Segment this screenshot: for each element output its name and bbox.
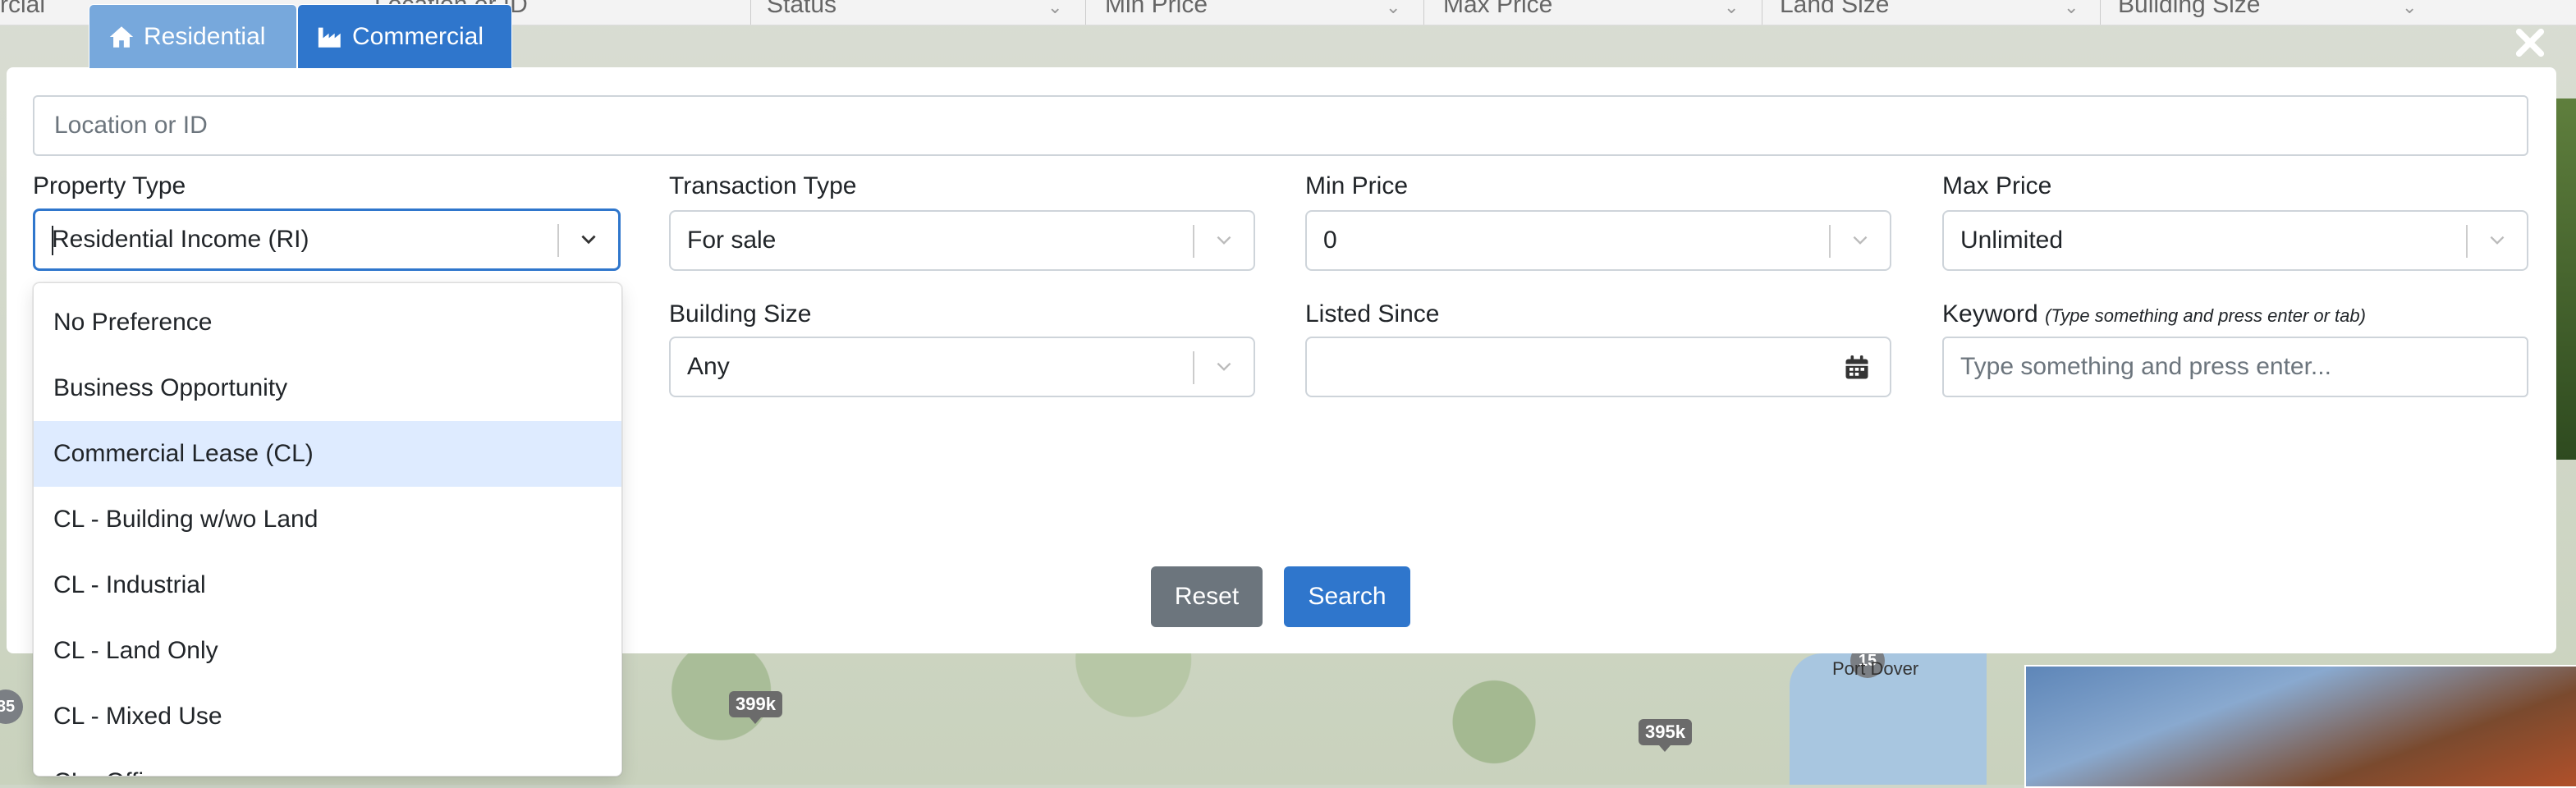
tab-commercial[interactable]: Commercial [297, 4, 512, 68]
menu-option-cl-mixed-use[interactable]: CL - Mixed Use [34, 684, 621, 749]
menu-option-cl-land-only[interactable]: CL - Land Only [34, 618, 621, 684]
listed-since-field[interactable] [1305, 337, 1891, 397]
divider [750, 0, 751, 25]
listing-photo[interactable] [2024, 665, 2576, 788]
chevron-down-icon: ⌄ [1724, 0, 1739, 17]
reset-button[interactable]: Reset [1151, 566, 1263, 627]
chevron-down-icon[interactable] [2468, 212, 2527, 269]
price-marker[interactable]: 395k [1639, 719, 1692, 752]
chevron-down-icon[interactable] [1194, 212, 1254, 269]
menu-option-cl-industrial[interactable]: CL - Industrial [34, 552, 621, 618]
listed-since-label: Listed Since [1305, 300, 1440, 328]
max-price-label: Max Price [1942, 172, 2052, 199]
industry-icon [318, 27, 341, 48]
transaction-type-value: For sale [687, 227, 777, 254]
menu-option-cl-building[interactable]: CL - Building w/wo Land [34, 487, 621, 552]
filter-land-size[interactable]: Land Size [1780, 0, 1889, 21]
close-button[interactable] [2512, 25, 2548, 61]
tab-residential[interactable]: Residential [89, 4, 297, 68]
menu-option-business-opportunity[interactable]: Business Opportunity [34, 355, 621, 421]
divider [2100, 0, 2101, 25]
menu-option-commercial-lease[interactable]: Commercial Lease (CL) [34, 421, 621, 487]
chevron-down-icon[interactable] [559, 211, 618, 268]
filter-min-price[interactable]: Min Price [1105, 0, 1208, 21]
property-type-value: Residential Income (RI) [52, 226, 309, 253]
price-marker[interactable]: 399k [729, 691, 782, 724]
chevron-down-icon: ⌄ [1386, 0, 1401, 17]
keyword-input[interactable] [1942, 337, 2528, 397]
transaction-type-select[interactable]: For sale [669, 210, 1255, 271]
tab-residential-label: Residential [144, 22, 266, 50]
chevron-down-icon[interactable] [1194, 338, 1254, 396]
max-price-value: Unlimited [1960, 227, 2064, 254]
divider [1423, 0, 1424, 25]
property-type-select[interactable]: Residential Income (RI) [33, 208, 621, 271]
chevron-down-icon: ⌄ [2064, 0, 2079, 17]
keyword-label: Keyword (Type something and press enter … [1942, 300, 2366, 328]
building-size-label: Building Size [669, 300, 812, 328]
building-size-value: Any [687, 353, 730, 380]
min-price-value: 0 [1323, 227, 1337, 254]
location-search-input[interactable] [33, 95, 2528, 156]
map-place-label: Port Dover [1832, 658, 1919, 679]
menu-option-no-preference[interactable]: No Preference [34, 290, 621, 355]
calendar-icon[interactable] [1842, 353, 1872, 383]
chevron-down-icon[interactable] [1831, 212, 1890, 269]
chevron-down-icon: ⌄ [1047, 0, 1063, 17]
property-type-label: Property Type [33, 172, 186, 199]
keyword-label-text: Keyword [1942, 300, 2038, 328]
divider [1085, 0, 1086, 25]
transaction-type-label: Transaction Type [669, 172, 857, 199]
tab-commercial-label: Commercial [352, 22, 484, 50]
search-button[interactable]: Search [1284, 566, 1410, 627]
filter-status[interactable]: Status [767, 0, 837, 21]
property-type-menu: No Preference Business Opportunity Comme… [33, 282, 622, 777]
filter-building-size[interactable]: Building Size [2118, 0, 2260, 21]
filter-max-price[interactable]: Max Price [1443, 0, 1552, 21]
menu-option-cl-office[interactable]: CL - Office [34, 749, 621, 776]
min-price-select[interactable]: 0 [1305, 210, 1891, 271]
chevron-down-icon: ⌄ [2402, 0, 2418, 17]
close-icon [2515, 28, 2545, 57]
keyword-hint: (Type something and press enter or tab) [2045, 305, 2366, 326]
max-price-select[interactable]: Unlimited [1942, 210, 2528, 271]
min-price-label: Min Price [1305, 172, 1409, 199]
home-icon [109, 25, 134, 48]
building-size-select[interactable]: Any [669, 337, 1255, 397]
filter-bar-tab[interactable]: rcial [0, 0, 45, 21]
